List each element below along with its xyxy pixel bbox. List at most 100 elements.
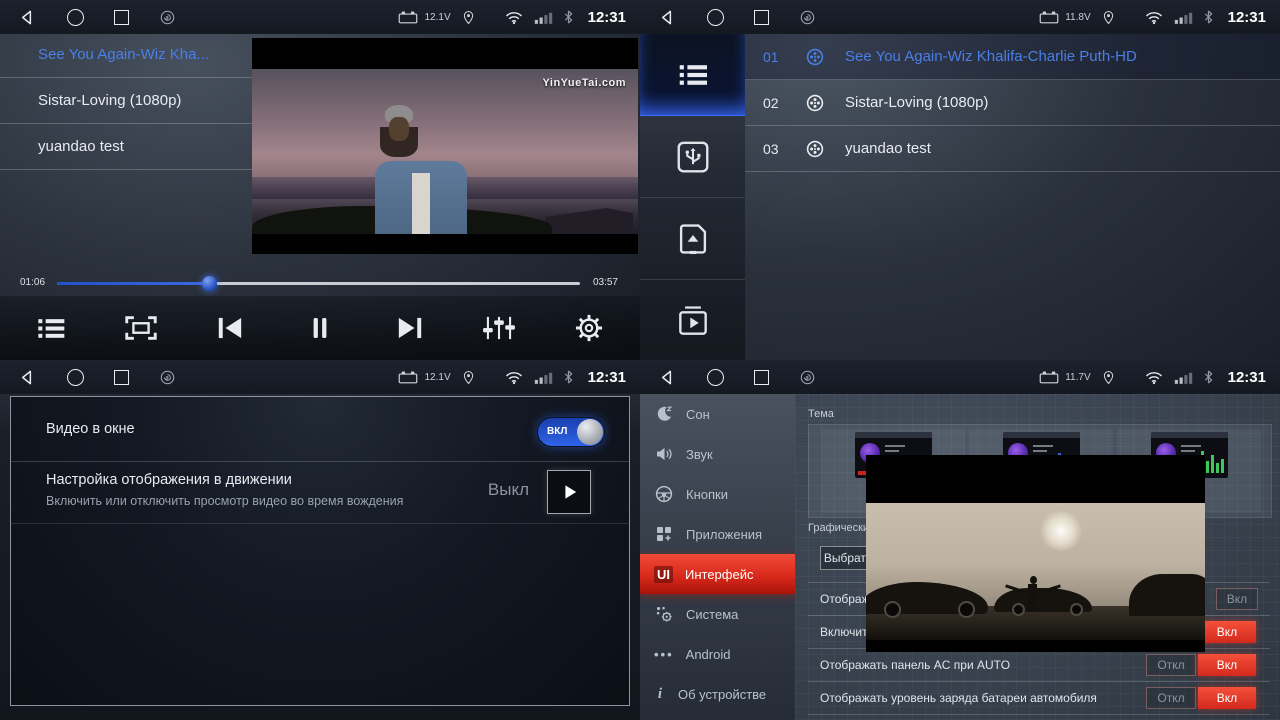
- sidebar-item-apps[interactable]: Приложения: [640, 514, 795, 554]
- previous-button[interactable]: [200, 304, 260, 352]
- fullscreen-button[interactable]: [111, 304, 171, 352]
- signal-bars-icon: [1174, 371, 1193, 384]
- on-button[interactable]: Вкл: [1198, 654, 1256, 676]
- track-number: 03: [763, 141, 805, 157]
- source-sidebar: [640, 34, 745, 360]
- signal-bars-icon: [534, 371, 553, 384]
- home-icon[interactable]: [67, 369, 84, 386]
- playlist-button[interactable]: [21, 304, 81, 352]
- pause-button[interactable]: [290, 304, 350, 352]
- sidebar-item-playlist[interactable]: [640, 34, 745, 116]
- screen-off-spiral-icon[interactable]: [799, 9, 816, 26]
- seek-bar[interactable]: 01:06 03:57: [0, 274, 640, 292]
- status-bar: 12.1V 12:31: [0, 0, 640, 34]
- home-icon[interactable]: [67, 9, 84, 26]
- screen-off-spiral-icon[interactable]: [159, 369, 176, 386]
- playlist-item[interactable]: See You Again-Wiz Kha...: [0, 32, 252, 78]
- playlist-item[interactable]: Sistar-Loving (1080p): [0, 78, 252, 124]
- steering-wheel-icon: [654, 484, 674, 504]
- playlist: See You Again-Wiz Kha... Sistar-Loving (…: [0, 32, 252, 170]
- sidebar-item-sleep[interactable]: Сон: [640, 394, 795, 434]
- bluetooth-icon: [1203, 369, 1214, 385]
- seek-track[interactable]: [57, 282, 580, 285]
- on-button[interactable]: Вкл: [1198, 621, 1256, 643]
- recents-icon[interactable]: [754, 10, 769, 25]
- voltage-readout: 12.1V: [424, 372, 450, 383]
- sidebar-item-interface[interactable]: UI Интерфейс: [640, 554, 795, 594]
- wifi-icon: [504, 370, 524, 385]
- off-button[interactable]: Откл: [1146, 687, 1196, 709]
- back-icon[interactable]: [18, 368, 37, 387]
- screen-off-spiral-icon[interactable]: [159, 9, 176, 26]
- signal-bars-icon: [534, 11, 553, 24]
- player-controls: [0, 296, 640, 360]
- clock: 12:31: [588, 9, 626, 26]
- recents-icon[interactable]: [754, 370, 769, 385]
- back-icon[interactable]: [658, 368, 677, 387]
- film-reel-icon: [805, 93, 825, 113]
- apps-grid-icon: [654, 524, 674, 544]
- sidebar-item-usb[interactable]: [640, 116, 745, 198]
- settings-sidebar: Сон Звук Кнопки Приложения UI Интерфейс …: [640, 394, 795, 720]
- on-button[interactable]: Вкл: [1216, 588, 1258, 610]
- back-icon[interactable]: [658, 8, 677, 27]
- sidebar-item-android[interactable]: ••• Android: [640, 634, 795, 674]
- section-label-theme: Тема: [808, 408, 834, 420]
- off-button[interactable]: Откл: [1146, 654, 1196, 676]
- status-bar: 12.1V 12:31: [0, 360, 640, 394]
- settings-button[interactable]: [559, 304, 619, 352]
- seek-knob[interactable]: [202, 276, 217, 291]
- clock: 12:31: [1228, 9, 1266, 26]
- sd-card-icon: [674, 220, 712, 258]
- on-button[interactable]: Вкл: [1198, 687, 1256, 709]
- video-folder-icon: [674, 302, 712, 340]
- playlist-item[interactable]: yuandao test: [0, 124, 252, 170]
- track-row[interactable]: 03 yuandao test: [745, 126, 1280, 172]
- recents-icon[interactable]: [114, 10, 129, 25]
- motion-setting-button[interactable]: [547, 470, 591, 514]
- voltage-readout: 12.1V: [424, 12, 450, 23]
- info-icon: i: [654, 686, 666, 703]
- home-icon[interactable]: [707, 9, 724, 26]
- previous-icon: [213, 314, 247, 342]
- presenter-silhouette: [1028, 584, 1037, 610]
- toggle-knob: [577, 419, 603, 445]
- track-row[interactable]: 02 Sistar-Loving (1080p): [745, 80, 1280, 126]
- sidebar-item-video-folder[interactable]: [640, 280, 745, 360]
- status-bar: 11.8V 12:31: [640, 0, 1280, 34]
- setting-value: Выкл: [488, 480, 529, 500]
- clock: 12:31: [588, 369, 626, 386]
- fullscreen-icon: [122, 312, 160, 344]
- track-title: yuandao test: [845, 140, 931, 157]
- sidebar-item-buttons[interactable]: Кнопки: [640, 474, 795, 514]
- signal-bars-icon: [1174, 11, 1193, 24]
- video-in-window-toggle[interactable]: ВКЛ: [537, 417, 605, 447]
- sidebar-item-sdcard[interactable]: [640, 198, 745, 280]
- track-number: 02: [763, 95, 805, 111]
- recents-icon[interactable]: [114, 370, 129, 385]
- floating-video-window[interactable]: [866, 455, 1205, 652]
- wifi-icon: [504, 10, 524, 25]
- seek-progress: [57, 282, 209, 285]
- track-row[interactable]: 01 See You Again-Wiz Khalifa-Charlie Put…: [745, 34, 1280, 80]
- gps-pin-icon: [1101, 10, 1116, 25]
- sidebar-item-sound[interactable]: Звук: [640, 434, 795, 474]
- track-title: Sistar-Loving (1080p): [845, 94, 988, 111]
- total-time: 03:57: [593, 277, 618, 288]
- home-icon[interactable]: [707, 369, 724, 386]
- back-icon[interactable]: [18, 8, 37, 27]
- gear-icon: [573, 312, 605, 344]
- video-surface[interactable]: YinYueTai.com: [252, 38, 638, 254]
- equalizer-button[interactable]: [469, 304, 529, 352]
- toggle-row: Отображать уровень заряда батареи автомо…: [808, 681, 1270, 715]
- clock: 12:31: [1228, 369, 1266, 386]
- sidebar-item-about[interactable]: i Об устройстве: [640, 674, 795, 714]
- watermark: YinYueTai.com: [542, 77, 626, 89]
- system-gears-icon: [654, 604, 674, 624]
- bluetooth-icon: [563, 369, 574, 385]
- sidebar-item-system[interactable]: Система: [640, 594, 795, 634]
- usb-icon: [674, 138, 712, 176]
- gps-pin-icon: [461, 10, 476, 25]
- screen-off-spiral-icon[interactable]: [799, 369, 816, 386]
- next-button[interactable]: [380, 304, 440, 352]
